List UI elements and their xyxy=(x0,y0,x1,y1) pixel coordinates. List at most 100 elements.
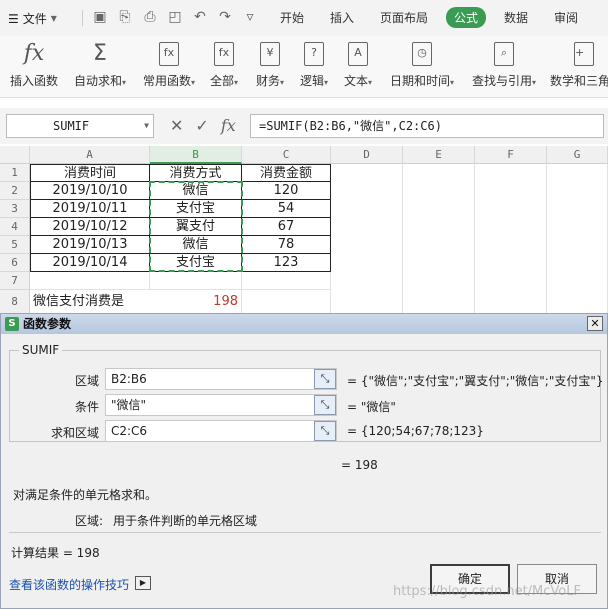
button-label: 全部 xyxy=(209,74,234,88)
cell-c6[interactable]: 123 xyxy=(242,254,331,272)
logic-button[interactable]: ? 逻辑▾ xyxy=(296,40,332,89)
ribbon: fx 插入函数 Σ 自动求和▾ fx 常用函数▾ fx 全部▾ ¥ 财务▾ ? … xyxy=(0,36,608,98)
select-all-corner[interactable] xyxy=(0,146,30,164)
row-header[interactable]: 5 xyxy=(0,236,30,254)
row-header[interactable]: 6 xyxy=(0,254,30,272)
cell-c8[interactable] xyxy=(242,290,331,314)
button-label: 插入函数 xyxy=(9,74,58,88)
format-painter-icon[interactable]: ⎘ xyxy=(117,9,133,25)
column-header-d[interactable]: D xyxy=(331,146,403,164)
confirm-icon[interactable]: ✓ xyxy=(195,116,208,135)
math-icon: + xyxy=(574,42,594,66)
column-header-a[interactable]: A xyxy=(30,146,150,164)
cell-a2[interactable]: 2019/10/10 xyxy=(30,182,150,200)
dialog-titlebar[interactable]: S 函数参数 ✕ xyxy=(1,314,607,334)
hamburger-icon: ☰ xyxy=(8,11,19,26)
cell-c1[interactable]: 消费金额 xyxy=(242,164,331,182)
cell-b7[interactable] xyxy=(150,272,242,290)
print-icon[interactable]: ⎙ xyxy=(142,9,158,25)
arg-result-criteria: = "微信" xyxy=(347,400,396,414)
file-menu[interactable]: ☰ 文件 ▼ xyxy=(8,10,57,27)
cell-c5[interactable]: 78 xyxy=(242,236,331,254)
divider xyxy=(9,532,601,533)
clock-icon: ◷ xyxy=(412,42,432,66)
cell-c2[interactable]: 120 xyxy=(242,182,331,200)
row-header[interactable]: 8 xyxy=(0,290,30,314)
undo-icon[interactable]: ↶ xyxy=(192,9,208,25)
formula-actions: ✕ ✓ fx xyxy=(170,116,236,135)
button-label: 常用函数 xyxy=(142,74,191,88)
row-header[interactable]: 3 xyxy=(0,200,30,218)
tab-home[interactable]: 开始 xyxy=(280,9,304,26)
save-icon[interactable]: ▣ xyxy=(92,9,108,25)
text-function-button[interactable]: A 文本▾ xyxy=(340,40,376,89)
column-header-e[interactable]: E xyxy=(403,146,475,164)
formula-bar: SUMIF ▼ ✕ ✓ fx =SUMIF(B2:B6,"微信",C2:C6) xyxy=(0,108,608,144)
function-arguments-dialog: S 函数参数 ✕ SUMIF 区域 B2:B6 ⤡ = {"微信";"支付宝";… xyxy=(0,313,608,609)
cell-block xyxy=(475,164,547,314)
tab-data[interactable]: 数据 xyxy=(504,9,528,26)
arg-result-range: = {"微信";"支付宝";"翼支付";"微信";"支付宝"} xyxy=(347,374,604,388)
cell-a4[interactable]: 2019/10/12 xyxy=(30,218,150,236)
lookup-reference-button[interactable]: ⌕ 查找与引用▾ xyxy=(470,40,538,89)
cancel-icon[interactable]: ✕ xyxy=(170,116,183,135)
print-preview-icon[interactable]: ◰ xyxy=(167,9,183,25)
cell-c4[interactable]: 67 xyxy=(242,218,331,236)
text-function-icon: A xyxy=(348,42,368,66)
arg-input-criteria[interactable]: "微信" xyxy=(105,394,337,416)
cell-a1[interactable]: 消费时间 xyxy=(30,164,150,182)
column-header-b[interactable]: B xyxy=(150,146,242,164)
arg-label-criteria: 条件 xyxy=(74,400,99,414)
cell-c3[interactable]: 54 xyxy=(242,200,331,218)
cell-c7[interactable] xyxy=(242,272,331,290)
all-functions-button[interactable]: fx 全部▾ xyxy=(206,40,242,89)
autosum-button[interactable]: Σ 自动求和▾ xyxy=(70,40,130,89)
column-header-f[interactable]: F xyxy=(475,146,547,164)
separator xyxy=(82,10,83,26)
row-header[interactable]: 2 xyxy=(0,182,30,200)
tab-formulas[interactable]: 公式 xyxy=(446,7,487,28)
collapse-dialog-icon[interactable]: ⤡ xyxy=(314,369,336,389)
function-tips-link[interactable]: 查看该函数的操作技巧 xyxy=(9,576,129,593)
arg-input-range[interactable]: B2:B6 xyxy=(105,368,337,390)
name-box[interactable]: SUMIF ▼ xyxy=(6,114,154,138)
chevron-down-icon[interactable]: ▼ xyxy=(144,115,149,137)
collapse-dialog-icon[interactable]: ⤡ xyxy=(314,421,336,441)
button-label: 逻辑 xyxy=(299,74,324,88)
row-header[interactable]: 7 xyxy=(0,272,30,290)
lookup-icon: ⌕ xyxy=(494,42,514,66)
video-tips-icon[interactable]: ▶ xyxy=(135,576,151,590)
formula-input[interactable]: =SUMIF(B2:B6,"微信",C2:C6) xyxy=(250,114,604,138)
insert-function-button[interactable]: fx 插入函数 xyxy=(8,40,60,89)
date-time-button[interactable]: ◷ 日期和时间▾ xyxy=(388,40,456,89)
menu-bar: ☰ 文件 ▼ ▣ ⎘ ⎙ ◰ ↶ ↷ ▿ 开始 插入 页面布局 公式 数据 审阅 xyxy=(0,0,608,36)
math-trig-button[interactable]: + 数学和三角 xyxy=(550,40,608,89)
redo-icon[interactable]: ↷ xyxy=(217,9,233,25)
common-functions-button[interactable]: fx 常用函数▾ xyxy=(138,40,200,89)
arg-input-sum-range[interactable]: C2:C6 xyxy=(105,420,337,442)
row-header[interactable]: 4 xyxy=(0,218,30,236)
range-selection-marquee xyxy=(149,181,243,272)
button-label: 数学和三角 xyxy=(550,74,608,88)
row-header[interactable]: 1 xyxy=(0,164,30,182)
close-icon[interactable]: ✕ xyxy=(587,316,603,331)
cell-b1[interactable]: 消费方式 xyxy=(150,164,242,182)
cell-a7[interactable] xyxy=(30,272,150,290)
tab-page-layout[interactable]: 页面布局 xyxy=(380,9,428,26)
button-label: 财务 xyxy=(255,74,280,88)
cell-a5[interactable]: 2019/10/13 xyxy=(30,236,150,254)
fx-icon[interactable]: fx xyxy=(221,116,236,135)
column-header-g[interactable]: G xyxy=(547,146,608,164)
column-header-c[interactable]: C xyxy=(242,146,331,164)
cell-b8[interactable]: 198 xyxy=(150,290,242,314)
customize-toolbar-icon[interactable]: ▿ xyxy=(242,9,258,25)
cell-a6[interactable]: 2019/10/14 xyxy=(30,254,150,272)
button-label: 自动求和 xyxy=(73,74,122,88)
tab-review[interactable]: 审阅 xyxy=(554,9,578,26)
logic-icon: ? xyxy=(304,42,324,66)
collapse-dialog-icon[interactable]: ⤡ xyxy=(314,395,336,415)
tab-insert[interactable]: 插入 xyxy=(330,9,354,26)
finance-button[interactable]: ¥ 财务▾ xyxy=(252,40,288,89)
cell-a3[interactable]: 2019/10/11 xyxy=(30,200,150,218)
wps-logo-icon: S xyxy=(5,317,19,331)
